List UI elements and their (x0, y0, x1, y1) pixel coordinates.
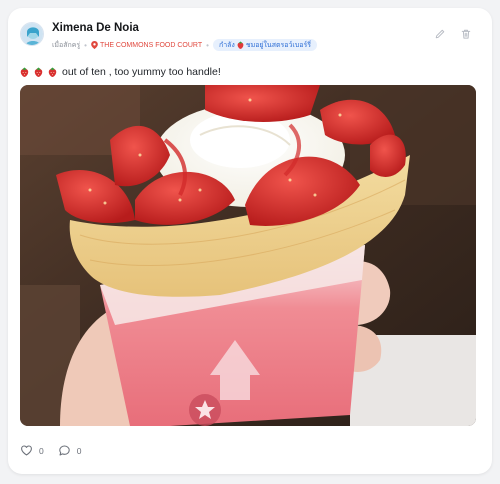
heart-icon (21, 445, 32, 456)
pencil-icon[interactable] (434, 28, 446, 40)
post-card: Ximena De Noia เมื่อสักครู่ • THE COMMON… (8, 8, 492, 474)
pin-icon (91, 41, 98, 49)
trash-icon[interactable] (460, 28, 472, 40)
like-count: 0 (39, 445, 44, 456)
post-time: เมื่อสักครู่ (52, 41, 81, 49)
post-actions (434, 28, 472, 40)
comment-button[interactable]: 0 (58, 444, 82, 457)
post-footer: 0 0 (20, 444, 81, 457)
comment-bubble-icon (58, 445, 70, 456)
avatar[interactable] (20, 22, 44, 46)
comment-count: 0 (76, 445, 82, 456)
status-text: ชมอยู่ในสตรอว์เบอร์รี่ (245, 41, 311, 49)
post-photo[interactable] (20, 85, 476, 426)
strawberry-icon (20, 67, 29, 77)
separator-dot: • (206, 40, 209, 50)
caption-text: out of ten , too yummy too handle! (62, 66, 221, 78)
post-meta: เมื่อสักครู่ • THE COMMONS FOOD COURT • … (52, 39, 317, 51)
post-caption: out of ten , too yummy too handle! (20, 66, 221, 78)
like-button[interactable]: 0 (20, 444, 44, 457)
separator-dot: • (84, 40, 87, 50)
strawberry-icon (34, 67, 43, 77)
author-name[interactable]: Ximena De Noia (52, 22, 139, 34)
post-header: Ximena De Noia เมื่อสักครู่ • THE COMMON… (20, 20, 480, 54)
status-prefix: กำลัง (218, 41, 235, 49)
strawberry-icon (237, 41, 244, 49)
strawberry-icon (48, 67, 57, 77)
status-badge: กำลัง ชมอยู่ในสตรอว์เบอร์รี่ (212, 39, 317, 51)
location-link[interactable]: THE COMMONS FOOD COURT (91, 41, 202, 49)
location-label: THE COMMONS FOOD COURT (99, 41, 203, 49)
